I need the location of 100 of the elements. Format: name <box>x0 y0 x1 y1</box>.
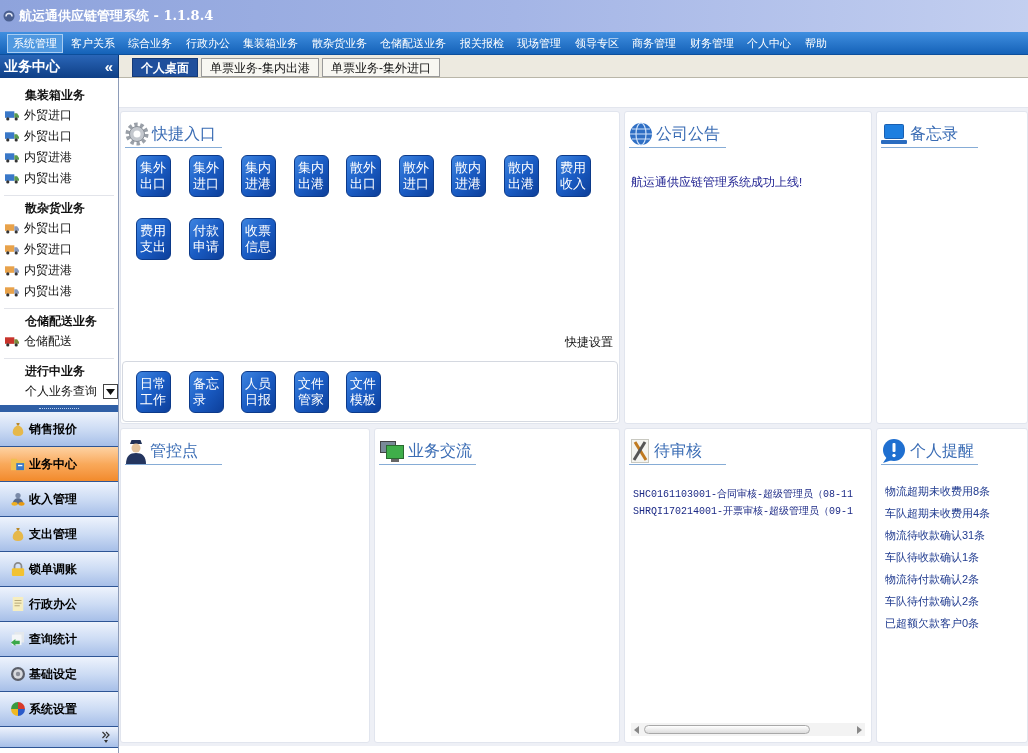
reminder-link[interactable]: 已超额欠款客户0条 <box>885 612 980 634</box>
menu-item[interactable]: 仓储配送业务 <box>374 33 452 53</box>
crossed-tools-icon <box>629 437 651 464</box>
dropdown-button[interactable] <box>103 384 118 399</box>
nav-panel-button[interactable]: 销售报价 <box>0 412 118 447</box>
announcement-link[interactable]: 航运通供应链管理系统成功上线! <box>631 174 803 192</box>
menu-item[interactable]: 集装箱业务 <box>237 33 304 53</box>
menu-item[interactable]: 商务管理 <box>626 33 682 53</box>
truck-icon <box>5 110 19 121</box>
nav-panel-button[interactable]: 系统设置 <box>0 692 118 727</box>
menu-item[interactable]: 领导专区 <box>568 33 625 53</box>
laptop-icon <box>881 122 907 145</box>
menu-item[interactable]: 散杂货业务 <box>305 33 373 53</box>
collapse-button[interactable]: « <box>104 59 113 74</box>
shortcut-button[interactable]: 备忘录 <box>188 370 224 413</box>
panel-title: 管控点 <box>150 442 198 459</box>
shortcut-button[interactable]: 收票信息 <box>241 218 276 260</box>
shortcut-button[interactable]: 费用支出 <box>136 218 171 260</box>
shortcut-button[interactable]: 散内进港 <box>451 155 486 197</box>
nav-panel-button[interactable]: 锁单调账 <box>0 552 118 587</box>
reminder-link[interactable]: 物流超期未收费用8条 <box>885 480 991 502</box>
shortcut-button[interactable]: 付款申请 <box>188 218 224 260</box>
menu-item[interactable]: 财务管理 <box>683 33 740 53</box>
section-heading: 进行中业务 <box>24 363 86 380</box>
sidebar-link[interactable]: 内贸出港 <box>4 168 114 189</box>
panel-title: 备忘录 <box>910 125 958 142</box>
tab[interactable]: 单票业务-集内出港 <box>201 58 319 77</box>
menu-item[interactable]: 综合业务 <box>122 33 178 53</box>
scroll-left-icon[interactable] <box>634 725 639 734</box>
shortcut-button[interactable]: 日常工作 <box>136 370 171 413</box>
sidebar-link[interactable]: 仓储配送 <box>4 331 114 352</box>
sidebar-link[interactable]: 内贸进港 <box>4 147 114 168</box>
section-heading: 散杂货业务 <box>24 200 86 217</box>
section-heading: 仓储配送业务 <box>24 313 98 330</box>
papers-icon <box>11 632 25 646</box>
nav-panel-button[interactable]: 行政办公 <box>0 587 118 622</box>
panel-title: 业务交流 <box>408 442 472 459</box>
reminder-link[interactable]: 车队待付款确认2条 <box>885 590 980 612</box>
shortcut-button[interactable]: 费用收入 <box>556 155 591 197</box>
sidebar-link[interactable]: 个人业务查询 <box>25 382 97 401</box>
nav-panel-button[interactable]: 收入管理 <box>0 482 118 517</box>
truck-icon <box>5 265 19 276</box>
shortcut-button[interactable]: 散外进口 <box>398 155 434 197</box>
menu-item[interactable]: 个人中心 <box>741 33 797 53</box>
shortcut-button[interactable]: 集内出港 <box>293 155 329 197</box>
shortcut-button[interactable]: 散外出口 <box>346 155 381 197</box>
caret-icon <box>106 388 115 395</box>
nav-panel-button[interactable]: 业务中心 <box>0 447 118 482</box>
nav-panel-button[interactable]: 基础设定 <box>0 657 118 692</box>
menu-item[interactable]: 客户关系 <box>64 33 121 53</box>
window-title: 航运通供应链管理系统 - 1.1.8.4 <box>19 7 214 26</box>
reminder-link[interactable]: 车队超期未收费用4条 <box>885 502 991 524</box>
splitter-handle[interactable] <box>0 405 118 412</box>
sidebar-link[interactable]: 内贸出港 <box>4 281 114 302</box>
truck-icon <box>5 286 19 297</box>
sidebar-link[interactable]: 外贸进口 <box>4 239 114 260</box>
truck-icon <box>5 152 19 163</box>
shortcut-button[interactable]: 集外进口 <box>188 155 224 197</box>
tab[interactable]: 个人桌面 <box>132 58 198 77</box>
reminder-link[interactable]: 物流待收款确认31条 <box>885 524 986 546</box>
scrollbar-thumb[interactable] <box>644 725 810 734</box>
tab[interactable]: 单票业务-集外进口 <box>322 58 440 77</box>
document-icon <box>11 597 25 611</box>
nav-panel-button[interactable]: 支出管理 <box>0 517 118 552</box>
scroll-right-icon[interactable] <box>857 725 862 734</box>
nav-panel-button[interactable]: 查询统计 <box>0 622 118 657</box>
menu-item[interactable]: 现场管理 <box>511 33 567 53</box>
alert-bubble-icon <box>881 437 907 464</box>
sidebar-link[interactable]: 内贸进港 <box>4 260 114 281</box>
person-icon <box>125 437 147 464</box>
horizontal-scrollbar[interactable] <box>631 723 865 736</box>
truck-icon <box>5 131 19 142</box>
person-coins-icon <box>11 492 25 506</box>
globe-icon <box>629 121 653 146</box>
shortcut-settings-link[interactable]: 快捷设置 <box>565 333 613 351</box>
truck-icon <box>5 336 19 347</box>
sidebar-link[interactable]: 外贸进口 <box>4 105 114 126</box>
menu-item[interactable]: 报关报检 <box>453 33 510 53</box>
shortcut-button[interactable]: 文件管家 <box>293 370 329 413</box>
shortcut-button[interactable]: 人员日报 <box>241 370 276 413</box>
folder-icon <box>11 457 25 471</box>
shortcut-button[interactable]: 集内进港 <box>241 155 276 197</box>
color-ball-icon <box>11 702 25 716</box>
monitors-icon <box>379 439 405 462</box>
padlock-icon <box>11 562 25 576</box>
gear-icon <box>125 121 149 146</box>
shortcut-button[interactable]: 集外出口 <box>136 155 171 197</box>
reminder-link[interactable]: 车队待收款确认1条 <box>885 546 980 568</box>
sidebar-link[interactable]: 外贸出口 <box>4 126 114 147</box>
shortcut-button[interactable]: 文件模板 <box>346 370 381 413</box>
shortcut-button[interactable]: 散内出港 <box>503 155 539 197</box>
reminder-link[interactable]: 物流待付款确认2条 <box>885 568 980 590</box>
expand-icon[interactable] <box>102 731 110 743</box>
moneybag-icon <box>11 527 25 541</box>
review-item-link[interactable]: SHRQI170214001-开票审核-超级管理员（09-1 <box>633 503 854 520</box>
sidebar-link[interactable]: 外贸出口 <box>4 218 114 239</box>
review-item-link[interactable]: SHC0161103001-合同审核-超级管理员（08-11 <box>633 486 854 503</box>
sidebar-title: 业务中心 <box>4 57 60 76</box>
menu-item[interactable]: 帮助 <box>798 33 833 53</box>
menu-item[interactable]: 行政办公 <box>179 33 236 53</box>
